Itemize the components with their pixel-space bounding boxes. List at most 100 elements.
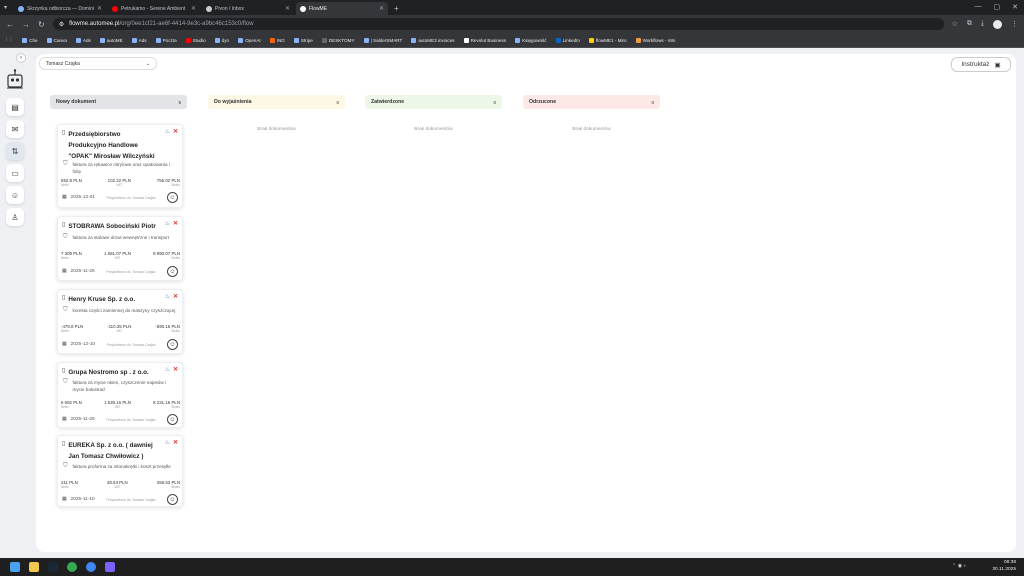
priority-icon[interactable]: ♨ — [165, 293, 170, 300]
bookmark-label: Ads — [138, 37, 147, 43]
column-header-to-clarify: Do wyjaśnienia 0 — [208, 95, 345, 109]
bookmark[interactable]: Ads — [75, 37, 91, 43]
reject-icon[interactable]: ✕ — [173, 293, 178, 300]
priority-icon[interactable]: ♨ — [165, 220, 170, 227]
close-tab-icon[interactable]: ✕ — [379, 5, 384, 12]
address-bar[interactable]: ⚙ flowme.automee.pl/org/0ee1cf21-ae6f-44… — [52, 18, 944, 30]
start-icon[interactable] — [10, 562, 20, 572]
assignee-text: Przydzielono do: Tomasz Czajka — [106, 342, 156, 347]
document-card[interactable]: ▯ Grupa Nostromo sp . z o.o. ♨ ✕ ⛉ faktura … — [57, 362, 183, 428]
bookmark[interactable]: LinkedIn — [555, 37, 580, 43]
owner-select-value: Tomasz Czajka — [46, 60, 80, 67]
assignee-avatar-icon[interactable]: ☺ — [167, 192, 178, 203]
document-icon: ▯ — [62, 130, 66, 136]
bookmark[interactable]: dyn — [214, 37, 229, 43]
amount-gross: 8 231.16 PLN Brutto — [153, 400, 180, 409]
assignee-avatar-icon[interactable]: ☺ — [166, 414, 178, 425]
file-explorer-icon[interactable] — [29, 562, 39, 572]
bookmark[interactable]: Poczta — [155, 37, 177, 43]
bookmark-label: DESKTOMY — [328, 37, 355, 43]
bookmark[interactable]: DESKTOMY — [321, 37, 355, 43]
tab-search-icon[interactable]: ▾ — [4, 4, 7, 11]
reject-icon[interactable]: ✕ — [173, 220, 178, 227]
minimize-icon[interactable]: — — [975, 3, 982, 11]
amount-caption: Netto — [61, 256, 69, 260]
close-tab-icon[interactable]: ✕ — [97, 5, 102, 12]
new-tab-button[interactable]: + — [390, 2, 403, 15]
toolbar-icons: ☆ ⧉ ⤓ ⋮ — [952, 19, 1018, 29]
bookmark-star-icon[interactable]: ☆ — [952, 20, 958, 29]
reload-icon[interactable]: ↻ — [38, 20, 45, 29]
steam-icon[interactable] — [48, 562, 58, 572]
document-card[interactable]: ▯ Przedsiębiorstwo Produkcyjno Handlowe "… — [57, 124, 183, 208]
system-clock[interactable]: 08:38 30.11.2025 — [992, 559, 1016, 573]
bookmark[interactable]: ING — [269, 37, 285, 43]
menu-icon[interactable]: ⋮ — [1011, 20, 1018, 29]
document-card[interactable]: ▯ Henry Kruse Sp. z o.o. ♨ ✕ ⛉ korekta częś… — [57, 289, 183, 354]
close-window-icon[interactable]: ✕ — [1012, 3, 1018, 11]
assignee-avatar-icon[interactable]: ☺ — [167, 339, 178, 350]
document-card[interactable]: ▯ STOBRAWA Sobociński Piotr ♨ ✕ ⛉ faktura z… — [57, 216, 183, 281]
site-info-icon[interactable]: ⚙ — [59, 21, 64, 28]
bookmark[interactable]: Workflows - n8n — [635, 37, 675, 43]
chrome-icon[interactable] — [67, 562, 77, 572]
assignee-avatar-icon[interactable]: ☺ — [166, 494, 178, 505]
browser-tab[interactable]: Skrzynka odbiorcza — Dominik ✕ — [14, 2, 106, 15]
bookmark[interactable]: Stripe — [293, 37, 313, 43]
document-card[interactable]: ▯ EUREKA Sp. z o.o. ( dawniej Jan Tomasz … — [57, 435, 183, 507]
browser-tab-active[interactable]: FlowME ✕ — [296, 2, 388, 15]
chrome-profile-icon[interactable] — [86, 562, 96, 572]
system-tray-icons[interactable]: ⌃ ◉ ♪ — [952, 563, 966, 569]
owner-select[interactable]: Tomasz Czajka ⌄ — [39, 57, 157, 70]
browser-tab[interactable]: Pivon / Inbox ✕ — [202, 2, 294, 15]
profile-avatar-icon[interactable] — [993, 19, 1002, 29]
column-count: 0 — [651, 99, 654, 105]
amount-caption: Brutto — [171, 183, 180, 187]
back-icon[interactable]: ← — [6, 20, 14, 29]
bookmark[interactable]: | SalderSMART — [363, 37, 402, 43]
bookmark[interactable]: Canva — [46, 37, 67, 43]
extensions-icon[interactable]: ⧉ — [967, 20, 972, 29]
column-count: 0 — [336, 99, 339, 105]
chevron-down-icon: ⌄ — [145, 60, 150, 67]
close-tab-icon[interactable]: ✕ — [285, 5, 290, 12]
file-icon: ▭ — [11, 168, 19, 178]
bookmark-label: Poczta — [162, 37, 177, 43]
bookmark[interactable]: Ads — [131, 37, 147, 43]
priority-icon[interactable]: ♨ — [165, 366, 170, 373]
apps-grid-icon[interactable]: ⋮⋮ — [4, 37, 13, 43]
sidebar-toggle-button[interactable]: › — [16, 53, 26, 63]
bookmark[interactable]: Księgowość — [515, 37, 547, 43]
sidebar-item-files[interactable]: ▭ — [6, 164, 24, 182]
card-amounts: 6 692 PLN Netto 1 539.16 PLN VAT 8 231.16 … — [61, 400, 180, 409]
assignee-avatar-icon[interactable]: ☺ — [166, 266, 178, 277]
bookmark-label: Ads — [82, 37, 91, 43]
card-description: ⛉ faktura za rękawice nitrylowe oraz opak… — [63, 161, 177, 175]
priority-icon[interactable]: ♨ — [165, 439, 170, 446]
reject-icon[interactable]: ✕ — [173, 128, 178, 135]
tab-favicon-icon — [300, 5, 306, 12]
instructions-button[interactable]: Instruktaż ▣ — [951, 57, 1011, 72]
bookmark[interactable]: OpenAI — [238, 37, 261, 43]
app-icon[interactable] — [105, 562, 115, 572]
reject-icon[interactable]: ✕ — [173, 439, 178, 446]
bookmark[interactable]: Che — [22, 37, 38, 43]
forward-icon[interactable]: → — [22, 20, 30, 29]
bookmark[interactable]: flowME1 - Miro — [588, 37, 627, 43]
browser-tab[interactable]: Petrukamo - Serene Ambient ✕ — [108, 2, 200, 15]
downloads-icon[interactable]: ⤓ — [981, 20, 984, 29]
bookmark[interactable]: Studio — [185, 37, 206, 43]
sidebar-item-documents[interactable]: ▤ — [6, 98, 24, 116]
maximize-icon[interactable]: ▢ — [994, 3, 1001, 11]
sidebar-item-flow[interactable]: ⇅ — [6, 142, 24, 160]
sidebar-item-users[interactable]: ☺ — [6, 186, 24, 204]
tab-label: Pivon / Inbox — [215, 5, 244, 12]
bookmark[interactable]: Revolut Business — [463, 37, 506, 43]
reject-icon[interactable]: ✕ — [173, 366, 178, 373]
bookmark[interactable]: autoME — [99, 37, 123, 43]
close-tab-icon[interactable]: ✕ — [191, 5, 196, 12]
sidebar-item-profile[interactable]: ♙ — [6, 208, 24, 226]
priority-icon[interactable]: ♨ — [165, 128, 170, 135]
sidebar-item-inbox[interactable]: ✉ — [6, 120, 24, 138]
bookmark[interactable]: autoME3 invoices — [411, 37, 455, 43]
